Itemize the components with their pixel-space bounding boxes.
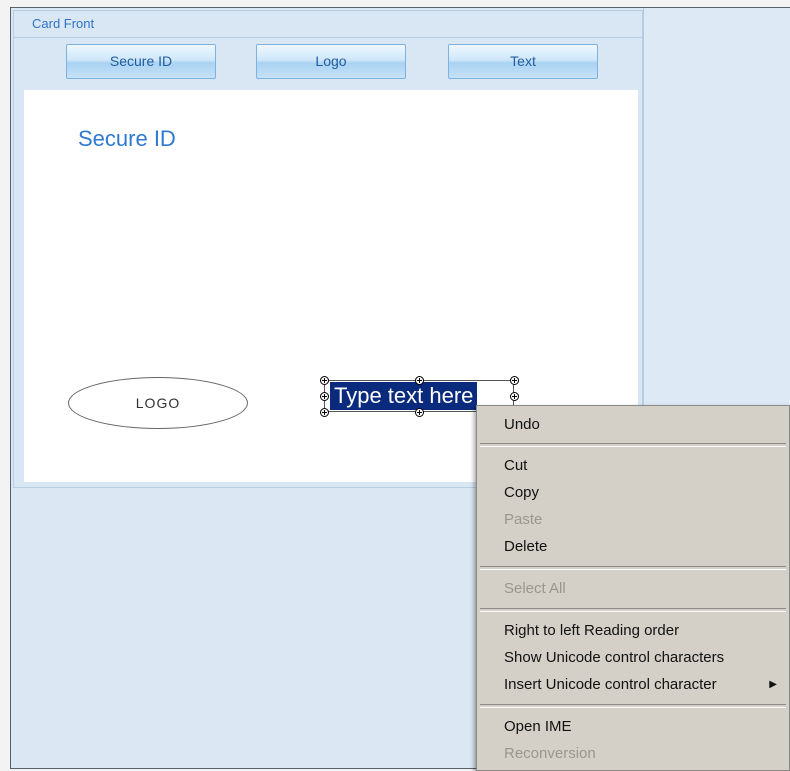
context-menu: Undo Cut Copy Paste Delete Select All Ri… [476, 405, 790, 771]
selected-text[interactable]: Type text here [330, 382, 478, 410]
panel-header: Card Front [14, 11, 642, 38]
logo-placeholder[interactable]: LOGO [68, 377, 248, 429]
menu-item-show-unicode[interactable]: Show Unicode control characters [477, 645, 789, 671]
resize-handle-left[interactable] [320, 392, 329, 401]
menu-item-copy[interactable]: Copy [477, 480, 789, 506]
resize-handle-top-left[interactable] [320, 376, 329, 385]
menu-item-delete[interactable]: Delete [477, 534, 789, 560]
card-heading[interactable]: Secure ID [78, 126, 176, 152]
menu-item-paste[interactable]: Paste [477, 507, 789, 533]
add-logo-button[interactable]: Logo [256, 44, 406, 79]
menu-item-insert-unicode[interactable]: Insert Unicode control character ▶ [477, 672, 789, 698]
resize-handle-right[interactable] [510, 392, 519, 401]
resize-handle-bottom[interactable] [415, 408, 424, 417]
menu-separator [480, 704, 786, 708]
menu-item-cut[interactable]: Cut [477, 453, 789, 479]
resize-handle-bottom-left[interactable] [320, 408, 329, 417]
menu-item-insert-unicode-label: Insert Unicode control character [504, 676, 717, 693]
resize-handle-top-right[interactable] [510, 376, 519, 385]
menu-item-select-all[interactable]: Select All [477, 576, 789, 602]
menu-item-open-ime[interactable]: Open IME [477, 714, 789, 740]
resize-handle-top[interactable] [415, 376, 424, 385]
menu-item-reconversion[interactable]: Reconversion [477, 741, 789, 767]
menu-item-rtl-reading-order[interactable]: Right to left Reading order [477, 618, 789, 644]
menu-separator [480, 443, 786, 447]
menu-item-undo[interactable]: Undo [477, 412, 789, 438]
panel-title: Card Front [32, 16, 95, 31]
add-secure-id-button[interactable]: Secure ID [66, 44, 216, 79]
submenu-arrow-icon: ▶ [769, 679, 777, 690]
menu-separator [480, 608, 786, 612]
add-text-button[interactable]: Text [448, 44, 598, 79]
menu-separator [480, 566, 786, 570]
